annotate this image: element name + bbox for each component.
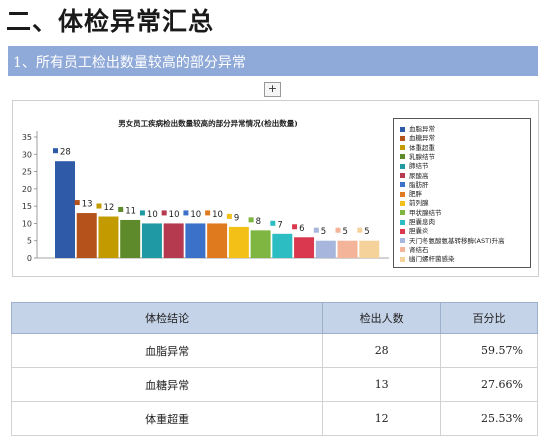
data-label-5: 10 xyxy=(169,210,180,220)
bar-6 xyxy=(185,223,206,258)
value-marker-9 xyxy=(248,217,254,223)
cell-conclusion: 血脂异常 xyxy=(10,333,324,368)
bar-9 xyxy=(250,230,271,258)
y-tick-label: 35 xyxy=(22,133,32,142)
data-label-0: 28 xyxy=(60,148,71,158)
cell-count: 12 xyxy=(322,401,442,436)
bar-3 xyxy=(120,219,141,258)
section-title: 二、体检异常汇总 xyxy=(6,7,215,36)
legend-swatch xyxy=(400,182,405,188)
subsection-banner: 1、所有员工检出数量较高的部分异常 xyxy=(8,46,538,76)
legend-swatch xyxy=(400,163,405,169)
results-table: 体检结论 检出人数 百分比 血脂异常 28 59.57% 血糖异常 13 27.… xyxy=(10,302,538,436)
chart-legend: 血脂异常 血糖异常 体重超重 乳腺结节 肺结节 尿酸高 脂肪肝 肥胖 前列腺 甲状腺结节 胆囊息肉胆… xyxy=(393,118,531,268)
legend-item: 幽门螺杆菌感染 xyxy=(400,253,455,263)
legend-swatch xyxy=(400,200,405,206)
data-label-8: 9 xyxy=(234,213,239,223)
data-label-12: 5 xyxy=(321,227,326,237)
legend-swatch xyxy=(400,173,405,178)
data-label-6: 10 xyxy=(190,210,201,220)
data-label-3: 11 xyxy=(125,206,136,216)
legend-swatch xyxy=(400,126,405,132)
data-label-1: 13 xyxy=(82,200,93,210)
chart-frame: 男女员工疾病检出数量较高的部分异常情况(检出数量) 0 5 10 15 20 25 30 35 2… xyxy=(12,100,539,277)
table-row: 血糖异常 13 27.66% xyxy=(10,367,538,402)
results-table-wrapper: 体检结论 检出人数 百分比 血脂异常 28 59.57% 血糖异常 13 27.… xyxy=(10,302,538,436)
legend-swatch xyxy=(400,219,405,225)
bar-10 xyxy=(272,233,293,258)
y-tick-label: 20 xyxy=(22,185,32,194)
legend-label: 幽门螺杆菌感染 xyxy=(409,255,455,264)
value-marker-3 xyxy=(118,206,124,212)
value-marker-10 xyxy=(270,220,276,226)
y-tick-label: 0 xyxy=(27,254,32,263)
cell-percentage: 27.66% xyxy=(440,367,538,402)
legend-swatch xyxy=(400,210,405,216)
bar-0 xyxy=(55,161,75,258)
y-tick-label: 30 xyxy=(22,150,32,159)
subsection-title: 1、所有员工检出数量较高的部分异常 xyxy=(13,55,246,71)
data-label-2: 12 xyxy=(103,203,114,213)
legend-swatch xyxy=(400,238,405,244)
table-row: 血脂异常 28 59.57% xyxy=(10,333,538,368)
data-label-4: 10 xyxy=(147,210,158,220)
legend-swatch xyxy=(400,154,405,160)
table-row: 体重超重 12 25.53% xyxy=(10,401,538,436)
bar-13 xyxy=(337,240,358,258)
data-label-10: 7 xyxy=(277,220,282,230)
value-marker-8 xyxy=(226,213,232,219)
legend-swatch xyxy=(400,247,405,253)
cell-count: 28 xyxy=(322,333,442,368)
y-tick-label: 15 xyxy=(22,202,32,211)
legend-swatch xyxy=(400,145,405,151)
data-label-13: 5 xyxy=(343,227,348,237)
value-marker-7 xyxy=(205,210,211,216)
value-marker-0 xyxy=(53,148,58,154)
header-percentage: 百分比 xyxy=(440,302,538,334)
header-count: 检出人数 xyxy=(322,302,442,334)
value-marker-11 xyxy=(292,224,298,230)
value-marker-14 xyxy=(357,227,363,233)
data-label-9: 8 xyxy=(256,217,261,227)
header-conclusion: 体检结论 xyxy=(10,302,324,334)
legend-swatch xyxy=(400,256,405,262)
value-marker-2 xyxy=(96,203,102,209)
y-tick-label: 5 xyxy=(27,237,32,246)
bar-12 xyxy=(315,240,336,258)
cell-conclusion: 体重超重 xyxy=(10,401,324,436)
cell-count: 13 xyxy=(322,367,442,402)
bar-1 xyxy=(76,213,97,258)
value-marker-5 xyxy=(161,210,167,216)
bar-2 xyxy=(98,216,119,258)
legend-swatch xyxy=(400,135,405,141)
value-marker-1 xyxy=(74,200,80,206)
y-tick-label: 10 xyxy=(22,219,32,228)
data-label-14: 5 xyxy=(364,227,369,237)
value-marker-6 xyxy=(183,210,189,216)
data-label-11: 6 xyxy=(299,224,304,234)
bar-5 xyxy=(163,223,184,258)
expand-button[interactable]: + xyxy=(264,82,281,97)
cell-percentage: 59.57% xyxy=(440,333,538,368)
cell-percentage: 25.53% xyxy=(440,401,538,436)
bar-4 xyxy=(141,223,162,258)
legend-swatch xyxy=(400,191,405,197)
y-tick-label: 25 xyxy=(22,168,32,177)
data-label-7: 10 xyxy=(212,210,223,220)
value-marker-12 xyxy=(313,227,319,233)
bar-8 xyxy=(228,226,249,258)
value-marker-13 xyxy=(335,227,341,233)
cell-conclusion: 血糖异常 xyxy=(10,367,324,402)
value-marker-4 xyxy=(139,210,145,216)
bar-7 xyxy=(207,223,228,258)
table-header-row: 体检结论 检出人数 百分比 xyxy=(10,302,538,334)
legend-swatch xyxy=(400,228,405,234)
bar-11 xyxy=(294,237,315,258)
bar-14 xyxy=(359,240,380,258)
chart-title: 男女员工疾病检出数量较高的部分异常情况(检出数量) xyxy=(118,118,298,128)
